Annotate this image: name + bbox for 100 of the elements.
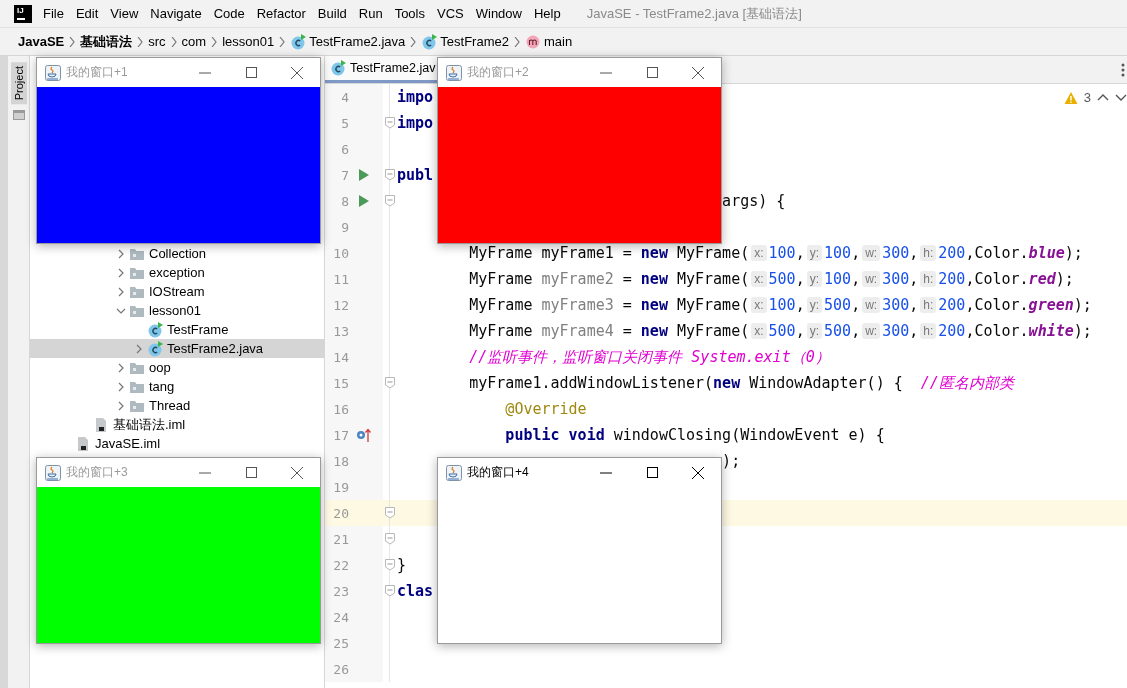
maximize-icon bbox=[646, 467, 658, 478]
code-line: impo bbox=[397, 88, 434, 106]
warning-count: 3 bbox=[1083, 90, 1091, 105]
fold-icon[interactable] bbox=[385, 377, 395, 389]
fold-icon[interactable] bbox=[385, 169, 395, 181]
line-number: 22 bbox=[332, 557, 349, 573]
breadcrumb-item[interactable]: com bbox=[181, 34, 207, 49]
folder-icon bbox=[129, 246, 145, 261]
chevron-down-icon[interactable] bbox=[1115, 93, 1127, 102]
line-number: 11 bbox=[332, 271, 349, 287]
breadcrumb-item[interactable]: main bbox=[524, 33, 573, 50]
folder-icon bbox=[129, 284, 145, 299]
breadcrumb-item[interactable]: JavaSE bbox=[18, 34, 65, 49]
menu-item[interactable]: Navigate bbox=[144, 6, 208, 21]
menu-item[interactable]: Run bbox=[352, 6, 389, 21]
chevron-right-icon[interactable] bbox=[116, 381, 126, 392]
app-logo: IJ bbox=[14, 4, 32, 23]
menu-item[interactable]: Window bbox=[469, 6, 528, 21]
line-number: 14 bbox=[332, 349, 349, 365]
run-icon[interactable] bbox=[358, 194, 370, 208]
fold-icon[interactable] bbox=[385, 507, 395, 519]
fold-icon[interactable] bbox=[385, 195, 395, 207]
more-icon[interactable] bbox=[1121, 61, 1125, 78]
window-title: 我的窗口+3 bbox=[66, 464, 129, 481]
code-line: MyFrame myFrame4 = new MyFrame( x: 500, y: 500, w: 300, h: 200,Color.white); bbox=[468, 322, 1092, 340]
line-number: 5 bbox=[340, 115, 349, 131]
code-line: myFrame1.addWindowListener(new WindowAdapter() { //匿名内部类 bbox=[468, 373, 1014, 393]
line-number: 13 bbox=[332, 323, 349, 339]
tree-item[interactable]: TestFrame2.java bbox=[30, 339, 324, 358]
java-icon bbox=[45, 64, 61, 81]
warning-icon bbox=[1063, 90, 1078, 105]
minimize-icon bbox=[199, 71, 211, 74]
fold-icon[interactable] bbox=[385, 117, 395, 129]
menu-item[interactable]: VCS bbox=[431, 6, 470, 21]
line-number: 25 bbox=[332, 635, 349, 651]
line-number: 7 bbox=[340, 167, 349, 183]
tree-item[interactable]: tang bbox=[30, 377, 324, 396]
minimize-icon bbox=[600, 71, 612, 74]
chevron-right-icon[interactable] bbox=[116, 286, 126, 297]
maximize-icon bbox=[646, 67, 658, 78]
override-icon[interactable] bbox=[356, 427, 372, 443]
chevron-right-icon[interactable] bbox=[134, 343, 144, 354]
menu-item[interactable]: Refactor bbox=[250, 6, 312, 21]
menu-item[interactable]: Help bbox=[527, 6, 567, 21]
editor-tab[interactable]: TestFrame2.jav bbox=[325, 56, 442, 83]
class-icon bbox=[147, 340, 163, 357]
breadcrumb-item[interactable]: lesson01 bbox=[222, 34, 275, 49]
fold-icon[interactable] bbox=[385, 585, 395, 597]
menu-item[interactable]: Code bbox=[207, 6, 251, 21]
chevron-right-icon bbox=[278, 36, 287, 47]
class-icon bbox=[290, 33, 307, 50]
breadcrumb-item[interactable]: 基础语法 bbox=[80, 32, 133, 51]
chevron-up-icon[interactable] bbox=[1097, 93, 1109, 102]
menu-item[interactable]: Tools bbox=[388, 6, 431, 21]
chevron-right-icon[interactable] bbox=[116, 267, 126, 278]
menu-item[interactable]: File bbox=[37, 6, 70, 21]
tree-item[interactable]: TestFrame bbox=[30, 320, 324, 339]
chevron-right-icon[interactable] bbox=[116, 400, 126, 411]
line-number: 21 bbox=[332, 531, 349, 547]
line-number: 20 bbox=[332, 505, 349, 521]
line-number: 24 bbox=[332, 609, 349, 625]
chevron-right-icon[interactable] bbox=[116, 248, 126, 259]
tree-item[interactable]: IOStream bbox=[30, 282, 324, 301]
window-title: 我的窗口+2 bbox=[467, 64, 530, 81]
close-icon bbox=[291, 466, 303, 479]
line-number: 23 bbox=[332, 583, 349, 599]
breadcrumb-item[interactable]: src bbox=[148, 34, 166, 49]
menu-item[interactable]: Build bbox=[311, 6, 353, 21]
code-line: ); bbox=[721, 452, 741, 470]
breadcrumb-item[interactable]: TestFrame2 bbox=[421, 33, 509, 50]
code-line: publ bbox=[397, 166, 434, 184]
line-number: 12 bbox=[332, 297, 349, 313]
tree-item[interactable]: oop bbox=[30, 358, 324, 377]
folder-icon bbox=[129, 265, 145, 280]
menu-item[interactable]: View bbox=[104, 6, 145, 21]
breadcrumb-item[interactable]: TestFrame2.java bbox=[290, 33, 406, 50]
tool-window-button[interactable]: Project bbox=[10, 62, 27, 105]
chevron-right-icon[interactable] bbox=[116, 362, 126, 373]
line-number: 15 bbox=[332, 375, 349, 391]
tree-item[interactable]: lesson01 bbox=[30, 301, 324, 320]
code-line: } bbox=[397, 556, 407, 574]
java-icon bbox=[45, 464, 61, 481]
maximize-icon bbox=[245, 67, 257, 78]
line-number: 17 bbox=[332, 427, 349, 443]
menu-item[interactable]: Edit bbox=[69, 6, 105, 21]
tree-item[interactable]: exception bbox=[30, 263, 324, 282]
run-icon[interactable] bbox=[358, 168, 370, 182]
tree-item[interactable]: Thread bbox=[30, 396, 324, 415]
minimize-icon bbox=[600, 471, 612, 474]
file-icon bbox=[75, 435, 91, 452]
tree-item[interactable]: Collection bbox=[30, 244, 324, 263]
close-icon bbox=[692, 466, 704, 479]
code-line: MyFrame myFrame1 = new MyFrame( x: 100, y: 100, w: 300, h: 200,Color.blue); bbox=[468, 244, 1083, 262]
fold-icon[interactable] bbox=[385, 559, 395, 571]
fold-icon[interactable] bbox=[385, 533, 395, 545]
tree-item[interactable]: JavaSE.iml bbox=[30, 434, 324, 453]
java-icon bbox=[446, 464, 462, 481]
maximize-icon bbox=[245, 467, 257, 478]
method-icon bbox=[524, 33, 541, 50]
tree-item[interactable]: 基础语法.iml bbox=[30, 415, 324, 434]
